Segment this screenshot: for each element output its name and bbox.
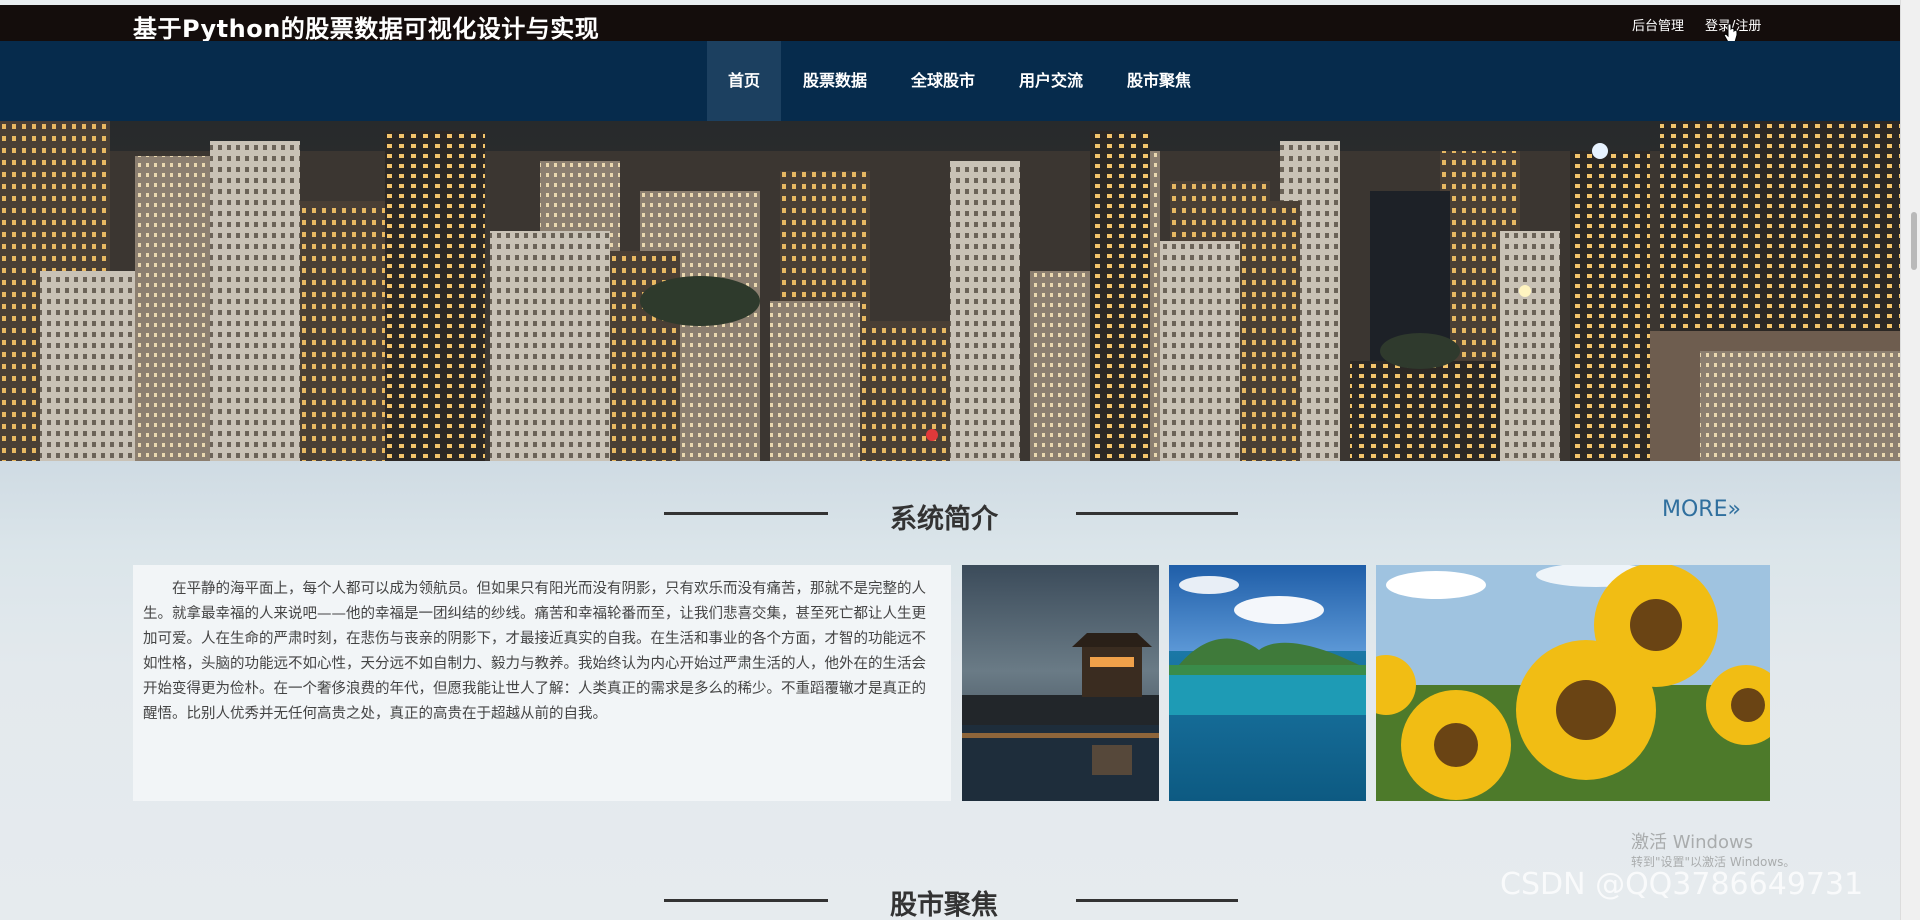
carousel-indicator-dot[interactable] <box>926 429 938 441</box>
title-divider-left <box>664 512 828 515</box>
scrollbar-thumb[interactable] <box>1911 212 1917 270</box>
admin-link[interactable]: 后台管理 <box>1632 15 1684 34</box>
title-divider-right <box>1076 512 1238 515</box>
main-nav: 首页 股票数据 全球股市 用户交流 股市聚焦 <box>0 41 1900 121</box>
palace-night-photo[interactable] <box>962 565 1159 801</box>
nav-stock-data[interactable]: 股票数据 <box>795 41 875 121</box>
nav-global-markets[interactable]: 全球股市 <box>903 41 983 121</box>
focus-divider-left <box>664 899 828 902</box>
nav-home[interactable]: 首页 <box>707 41 781 121</box>
island-lagoon-photo[interactable] <box>1169 565 1366 801</box>
nav-market-focus[interactable]: 股市聚焦 <box>1119 41 1199 121</box>
banner-carousel[interactable] <box>0 121 1900 461</box>
top-bar: 基于Python的股票数据可视化设计与实现 后台管理 登录/注册 <box>0 5 1900 43</box>
focus-divider-right <box>1076 899 1238 902</box>
city-skyline-image <box>0 121 1900 461</box>
focus-section-title: 股市聚焦 <box>890 890 998 920</box>
activate-windows-watermark: 激活 Windows <box>1631 832 1754 853</box>
intro-section-title: 系统简介 <box>890 504 998 535</box>
csdn-watermark: CSDN @QQ3786649731 <box>1500 867 1864 902</box>
nav-user-forum[interactable]: 用户交流 <box>1011 41 1091 121</box>
page-scrollbar[interactable] <box>1900 0 1920 920</box>
site-title: 基于Python的股票数据可视化设计与实现 <box>133 15 600 43</box>
intro-paragraph: 在平静的海平面上，每个人都可以成为领航员。但如果只有阳光而没有阴影，只有欢乐而没… <box>143 581 926 722</box>
sunflower-photo[interactable] <box>1376 565 1770 801</box>
more-link[interactable]: MORE» <box>1662 497 1741 522</box>
